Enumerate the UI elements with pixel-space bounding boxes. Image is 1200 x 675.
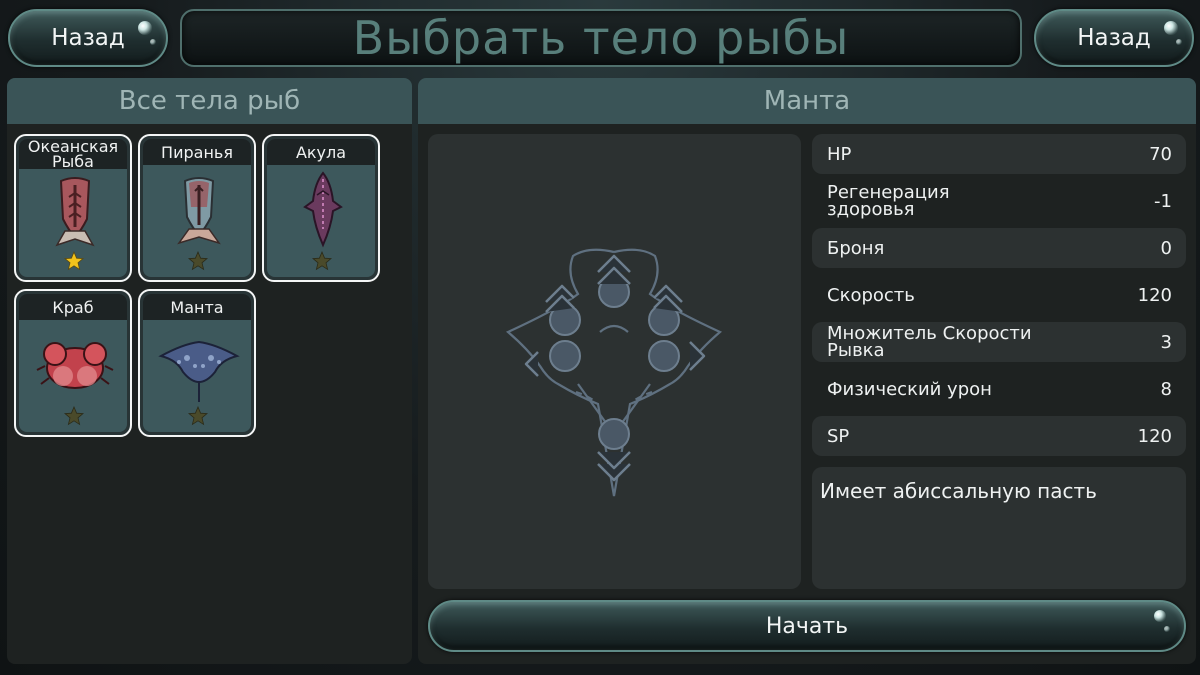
start-button[interactable]: Начать	[428, 600, 1186, 652]
body-description: Имеет абиссальную пасть	[812, 467, 1186, 589]
start-button-label: Начать	[765, 613, 849, 639]
bubble-decoration	[1154, 610, 1166, 622]
manta-outline-preview	[505, 248, 723, 497]
stat-value: 0	[1160, 237, 1172, 259]
fish-card-label: Акула	[267, 139, 375, 165]
stat-physical-damage: Физический урон 8	[812, 369, 1186, 409]
star-dark-icon	[312, 251, 332, 271]
stat-speed: Скорость 120	[812, 275, 1186, 315]
selected-body-title: Манта	[763, 86, 851, 116]
stat-name: Скорость	[827, 284, 915, 306]
fish-card-manta[interactable]: Манта	[138, 289, 256, 437]
stat-hp: HP 70	[812, 134, 1186, 174]
body-preview	[428, 134, 801, 589]
stat-value: 120	[1137, 284, 1172, 306]
stat-value: 3	[1160, 331, 1172, 353]
back-button-left[interactable]: Назад	[8, 9, 168, 67]
stat-name: Физический урон	[827, 378, 992, 400]
stat-name: HP	[827, 143, 852, 165]
stat-name: Регенерация здоровья	[827, 182, 950, 220]
stat-name: Броня	[827, 237, 885, 259]
piranha-icon	[177, 177, 221, 245]
fish-card-label: Краб	[19, 294, 127, 320]
description-text: Имеет абиссальную пасть	[820, 479, 1097, 503]
stat-name: Множитель Скорости Рывка	[827, 323, 1032, 361]
stat-value: 8	[1160, 378, 1172, 400]
stat-value: 120	[1137, 425, 1172, 447]
stat-value: -1	[1154, 190, 1172, 212]
bubble-decoration	[150, 39, 156, 45]
manta-icon	[158, 340, 240, 402]
body-details-header: Манта	[418, 78, 1196, 124]
back-button-left-label: Назад	[51, 25, 125, 51]
stat-armor: Броня 0	[812, 228, 1186, 268]
fish-card-piranha[interactable]: Пиранья	[138, 134, 256, 282]
star-dark-icon	[64, 406, 84, 426]
stat-name: SP	[827, 425, 850, 447]
fish-bodies-panel: Все тела рыб Океанская Рыба Пиранья Акул…	[7, 78, 412, 664]
bubble-decoration	[1164, 626, 1170, 632]
fish-bodies-header: Все тела рыб	[7, 78, 412, 124]
fish-card-shark[interactable]: Акула	[262, 134, 380, 282]
ocean-fish-icon	[55, 177, 95, 247]
fish-card-ocean[interactable]: Океанская Рыба	[14, 134, 132, 282]
page-title: Выбрать тело рыбы	[352, 11, 850, 65]
stat-health-regen: Регенерация здоровья -1	[812, 181, 1186, 221]
star-dark-icon	[188, 406, 208, 426]
title-bar: Выбрать тело рыбы	[180, 9, 1022, 67]
bubble-decoration	[1164, 21, 1178, 35]
bubble-decoration	[138, 21, 152, 35]
fish-card-label: Манта	[143, 294, 251, 320]
fish-card-label: Океанская Рыба	[19, 139, 127, 170]
shark-icon	[303, 171, 343, 248]
star-gold-icon	[64, 251, 84, 271]
bubble-decoration	[1176, 39, 1182, 45]
star-dark-icon	[188, 251, 208, 271]
stat-sp: SP 120	[812, 416, 1186, 456]
body-details-panel: Манта HP 70 Регенерация здоровья -1 Брон…	[418, 78, 1196, 664]
fish-card-label: Пиранья	[143, 139, 251, 165]
fish-bodies-title: Все тела рыб	[118, 86, 301, 116]
stat-dash-multiplier: Множитель Скорости Рывка 3	[812, 322, 1186, 362]
stat-value: 70	[1149, 143, 1172, 165]
fish-card-crab[interactable]: Краб	[14, 289, 132, 437]
crab-icon	[36, 342, 114, 389]
back-button-right[interactable]: Назад	[1034, 9, 1194, 67]
back-button-right-label: Назад	[1077, 25, 1151, 51]
